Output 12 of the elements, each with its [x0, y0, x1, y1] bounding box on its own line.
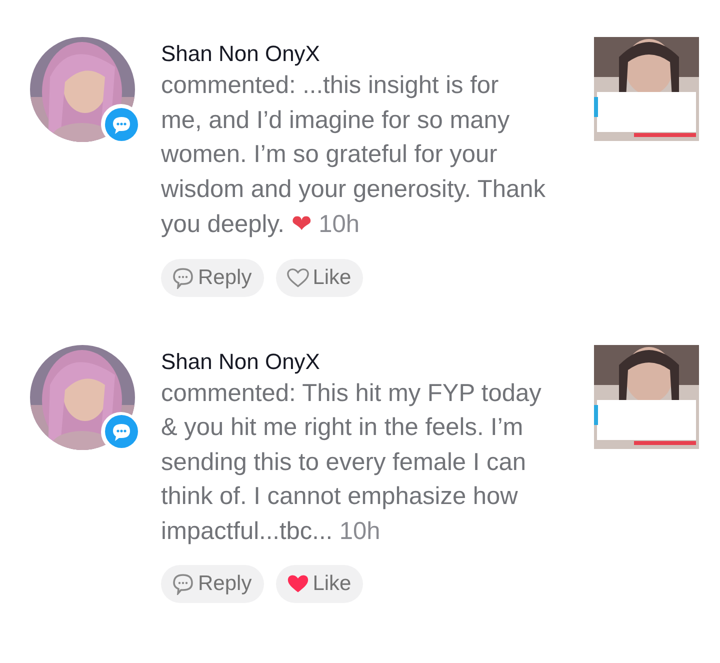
reply-button[interactable]: Reply [161, 258, 264, 296]
chat-bubble-icon [104, 108, 138, 140]
chat-bubble-icon [172, 266, 194, 288]
chat-bubble-icon [172, 573, 194, 595]
like-button[interactable]: Like [276, 565, 364, 603]
chat-bubble-icon [104, 415, 138, 448]
comment-text: commented: This hit my FYP today & you hit me right in the feels. I’m sending this to every female I can think of. I cannot emphasize how impactful...tbc... 10h [161, 378, 542, 546]
author-name[interactable]: Shan Non OnyX [161, 41, 546, 67]
author-name[interactable]: Shan Non OnyX [161, 348, 546, 374]
like-button[interactable]: Like [276, 258, 364, 296]
reply-button[interactable]: Reply [161, 565, 264, 603]
comment-text: commented: ...this insight is for me, and I’d imagine for so many women. I’m so grateful for your wisdom and your generosity. Thank you deeply. ❤ 10h [161, 71, 546, 240]
